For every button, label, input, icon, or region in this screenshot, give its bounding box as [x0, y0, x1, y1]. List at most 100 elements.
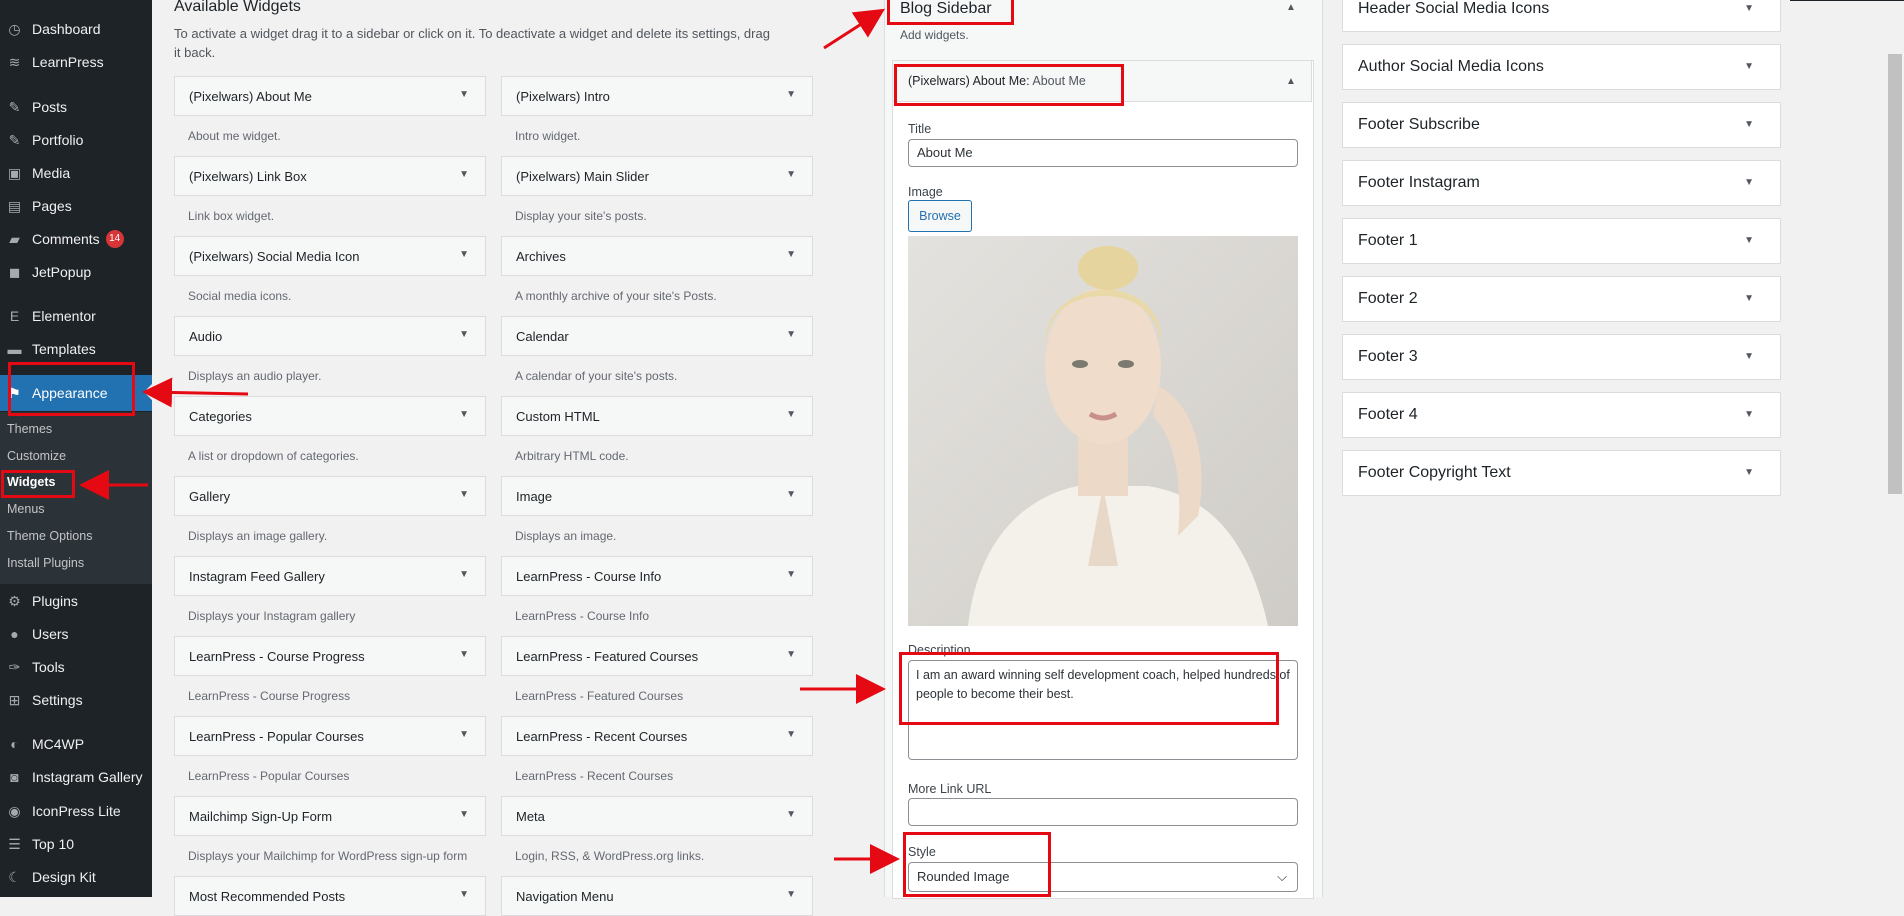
menu-item-pages[interactable]: ▤ Pages [0, 191, 152, 221]
expand-arrow-icon[interactable]: ▼ [786, 169, 796, 180]
menu-item-mc4wp[interactable]: ◐ MC4WP [0, 729, 152, 759]
menu-item-settings[interactable]: ⊞ Settings [0, 685, 152, 715]
expand-arrow-icon[interactable]: ▼ [459, 649, 469, 660]
widget-item[interactable]: Most Recommended Posts ▼ [174, 876, 486, 916]
submenu-install-plugins[interactable]: Install Plugins [7, 556, 84, 570]
widget-item[interactable]: Calendar ▼ [501, 316, 813, 356]
menu-item-iconpress-lite[interactable]: ◉ IconPress Lite [0, 796, 152, 826]
expand-arrow-icon[interactable]: ▼ [1744, 467, 1754, 478]
blog-sidebar-title[interactable]: Blog Sidebar [900, 0, 992, 18]
expand-arrow-icon[interactable]: ▼ [786, 489, 796, 500]
widget-item[interactable]: Meta ▼ [501, 796, 813, 836]
expand-arrow-icon[interactable]: ▼ [786, 89, 796, 100]
expand-arrow-icon[interactable]: ▼ [459, 89, 469, 100]
sidebar-section[interactable]: Footer 1 ▼ [1342, 218, 1781, 264]
expand-arrow-icon[interactable]: ▼ [1744, 177, 1754, 188]
expand-arrow-icon[interactable]: ▼ [1744, 293, 1754, 304]
scrollbar-thumb[interactable] [1888, 54, 1902, 494]
widget-item[interactable]: Custom HTML ▼ [501, 396, 813, 436]
sidebar-section[interactable]: Header Social Media Icons ▼ [1342, 0, 1781, 32]
menu-item-design-kit[interactable]: ☾ Design Kit [0, 862, 152, 892]
title-input[interactable]: About Me [908, 139, 1298, 167]
sidebar-section[interactable]: Footer 4 ▼ [1342, 392, 1781, 438]
sidebar-section[interactable]: Footer Copyright Text ▼ [1342, 450, 1781, 496]
menu-item-templates[interactable]: ▬ Templates [0, 334, 152, 364]
collapse-arrow-icon[interactable]: ▲ [1286, 2, 1296, 13]
widget-item-title: Categories [189, 409, 252, 424]
widget-item[interactable]: Archives ▼ [501, 236, 813, 276]
expand-arrow-icon[interactable]: ▼ [459, 889, 469, 900]
expand-arrow-icon[interactable]: ▼ [459, 249, 469, 260]
expand-arrow-icon[interactable]: ▼ [1744, 61, 1754, 72]
style-select[interactable]: Rounded Image ⌵ [908, 862, 1298, 892]
menu-item-instagram-gallery[interactable]: ◙ Instagram Gallery [0, 762, 152, 792]
menu-item-users[interactable]: ● Users [0, 619, 152, 649]
menu-item-plugins[interactable]: ⚙ Plugins [0, 586, 152, 616]
widget-item[interactable]: LearnPress - Featured Courses ▼ [501, 636, 813, 676]
menu-item-dashboard[interactable]: ◷ Dashboard [0, 14, 152, 44]
expand-arrow-icon[interactable]: ▼ [1744, 3, 1754, 14]
widget-item[interactable]: LearnPress - Course Info ▼ [501, 556, 813, 596]
expand-arrow-icon[interactable]: ▼ [459, 169, 469, 180]
widget-item[interactable]: Audio ▼ [174, 316, 486, 356]
expand-arrow-icon[interactable]: ▼ [459, 329, 469, 340]
widget-item[interactable]: Navigation Menu ▼ [501, 876, 813, 916]
submenu-themes[interactable]: Themes [7, 422, 52, 436]
expand-arrow-icon[interactable]: ▼ [1744, 119, 1754, 130]
expand-arrow-icon[interactable]: ▼ [459, 729, 469, 740]
widget-item[interactable]: (Pixelwars) Main Slider ▼ [501, 156, 813, 196]
expand-arrow-icon[interactable]: ▼ [1744, 351, 1754, 362]
submenu-customize[interactable]: Customize [7, 449, 66, 463]
expand-arrow-icon[interactable]: ▼ [459, 409, 469, 420]
widget-item[interactable]: (Pixelwars) Social Media Icon ▼ [174, 236, 486, 276]
expand-arrow-icon[interactable]: ▼ [786, 649, 796, 660]
widget-item[interactable]: Instagram Feed Gallery ▼ [174, 556, 486, 596]
sidebar-section[interactable]: Footer Subscribe ▼ [1342, 102, 1781, 148]
browse-button[interactable]: Browse [908, 200, 972, 232]
description-textarea[interactable]: I am an award winning self development c… [908, 660, 1298, 760]
menu-item-portfolio[interactable]: ✎ Portfolio [0, 125, 152, 155]
widget-item[interactable]: LearnPress - Course Progress ▼ [174, 636, 486, 676]
menu-item-posts[interactable]: ✎ Posts [0, 92, 152, 122]
expand-arrow-icon[interactable]: ▼ [1744, 235, 1754, 246]
sidebar-section[interactable]: Author Social Media Icons ▼ [1342, 44, 1781, 90]
expand-arrow-icon[interactable]: ▼ [459, 489, 469, 500]
menu-item-media[interactable]: ▣ Media [0, 158, 152, 188]
menu-item-jetpopup[interactable]: ◼ JetPopup [0, 257, 152, 287]
sidebar-section[interactable]: Footer 2 ▼ [1342, 276, 1781, 322]
expand-arrow-icon[interactable]: ▼ [786, 889, 796, 900]
submenu-widgets[interactable]: Widgets [7, 475, 56, 489]
collapse-arrow-icon[interactable]: ▲ [1286, 76, 1296, 87]
menu-item-appearance[interactable]: ⚑ Appearance [0, 375, 152, 411]
menu-item-top-10[interactable]: ☰ Top 10 [0, 829, 152, 859]
menu-item-elementor[interactable]: Ε Elementor [0, 301, 152, 331]
menu-item-tools[interactable]: ✑ Tools [0, 652, 152, 682]
sidebar-section[interactable]: Footer 3 ▼ [1342, 334, 1781, 380]
submenu-menus[interactable]: Menus [7, 502, 45, 516]
menu-item-learnpress[interactable]: ≋ LearnPress [0, 47, 152, 77]
menu-item-comments[interactable]: ▰ Comments 14 [0, 224, 152, 254]
widget-item[interactable]: Image ▼ [501, 476, 813, 516]
expand-arrow-icon[interactable]: ▼ [786, 329, 796, 340]
widget-item-title: Image [516, 489, 553, 504]
widget-item[interactable]: (Pixelwars) Intro ▼ [501, 76, 813, 116]
expand-arrow-icon[interactable]: ▼ [786, 569, 796, 580]
expand-arrow-icon[interactable]: ▼ [459, 809, 469, 820]
more-link-url-input[interactable] [908, 798, 1298, 826]
sidebar-section[interactable]: Footer Instagram ▼ [1342, 160, 1781, 206]
expand-arrow-icon[interactable]: ▼ [1744, 409, 1754, 420]
widget-item[interactable]: (Pixelwars) Link Box ▼ [174, 156, 486, 196]
expand-arrow-icon[interactable]: ▼ [786, 249, 796, 260]
widget-item[interactable]: LearnPress - Recent Courses ▼ [501, 716, 813, 756]
widget-item[interactable]: Mailchimp Sign-Up Form ▼ [174, 796, 486, 836]
expand-arrow-icon[interactable]: ▼ [786, 809, 796, 820]
widget-item[interactable]: Categories ▼ [174, 396, 486, 436]
widget-item[interactable]: (Pixelwars) About Me ▼ [174, 76, 486, 116]
widget-item[interactable]: Gallery ▼ [174, 476, 486, 516]
expand-arrow-icon[interactable]: ▼ [786, 409, 796, 420]
widget-item[interactable]: LearnPress - Popular Courses ▼ [174, 716, 486, 756]
about-me-widget-title[interactable]: (Pixelwars) About Me: About Me [908, 74, 1086, 88]
submenu-theme-options[interactable]: Theme Options [7, 529, 92, 543]
expand-arrow-icon[interactable]: ▼ [786, 729, 796, 740]
expand-arrow-icon[interactable]: ▼ [459, 569, 469, 580]
